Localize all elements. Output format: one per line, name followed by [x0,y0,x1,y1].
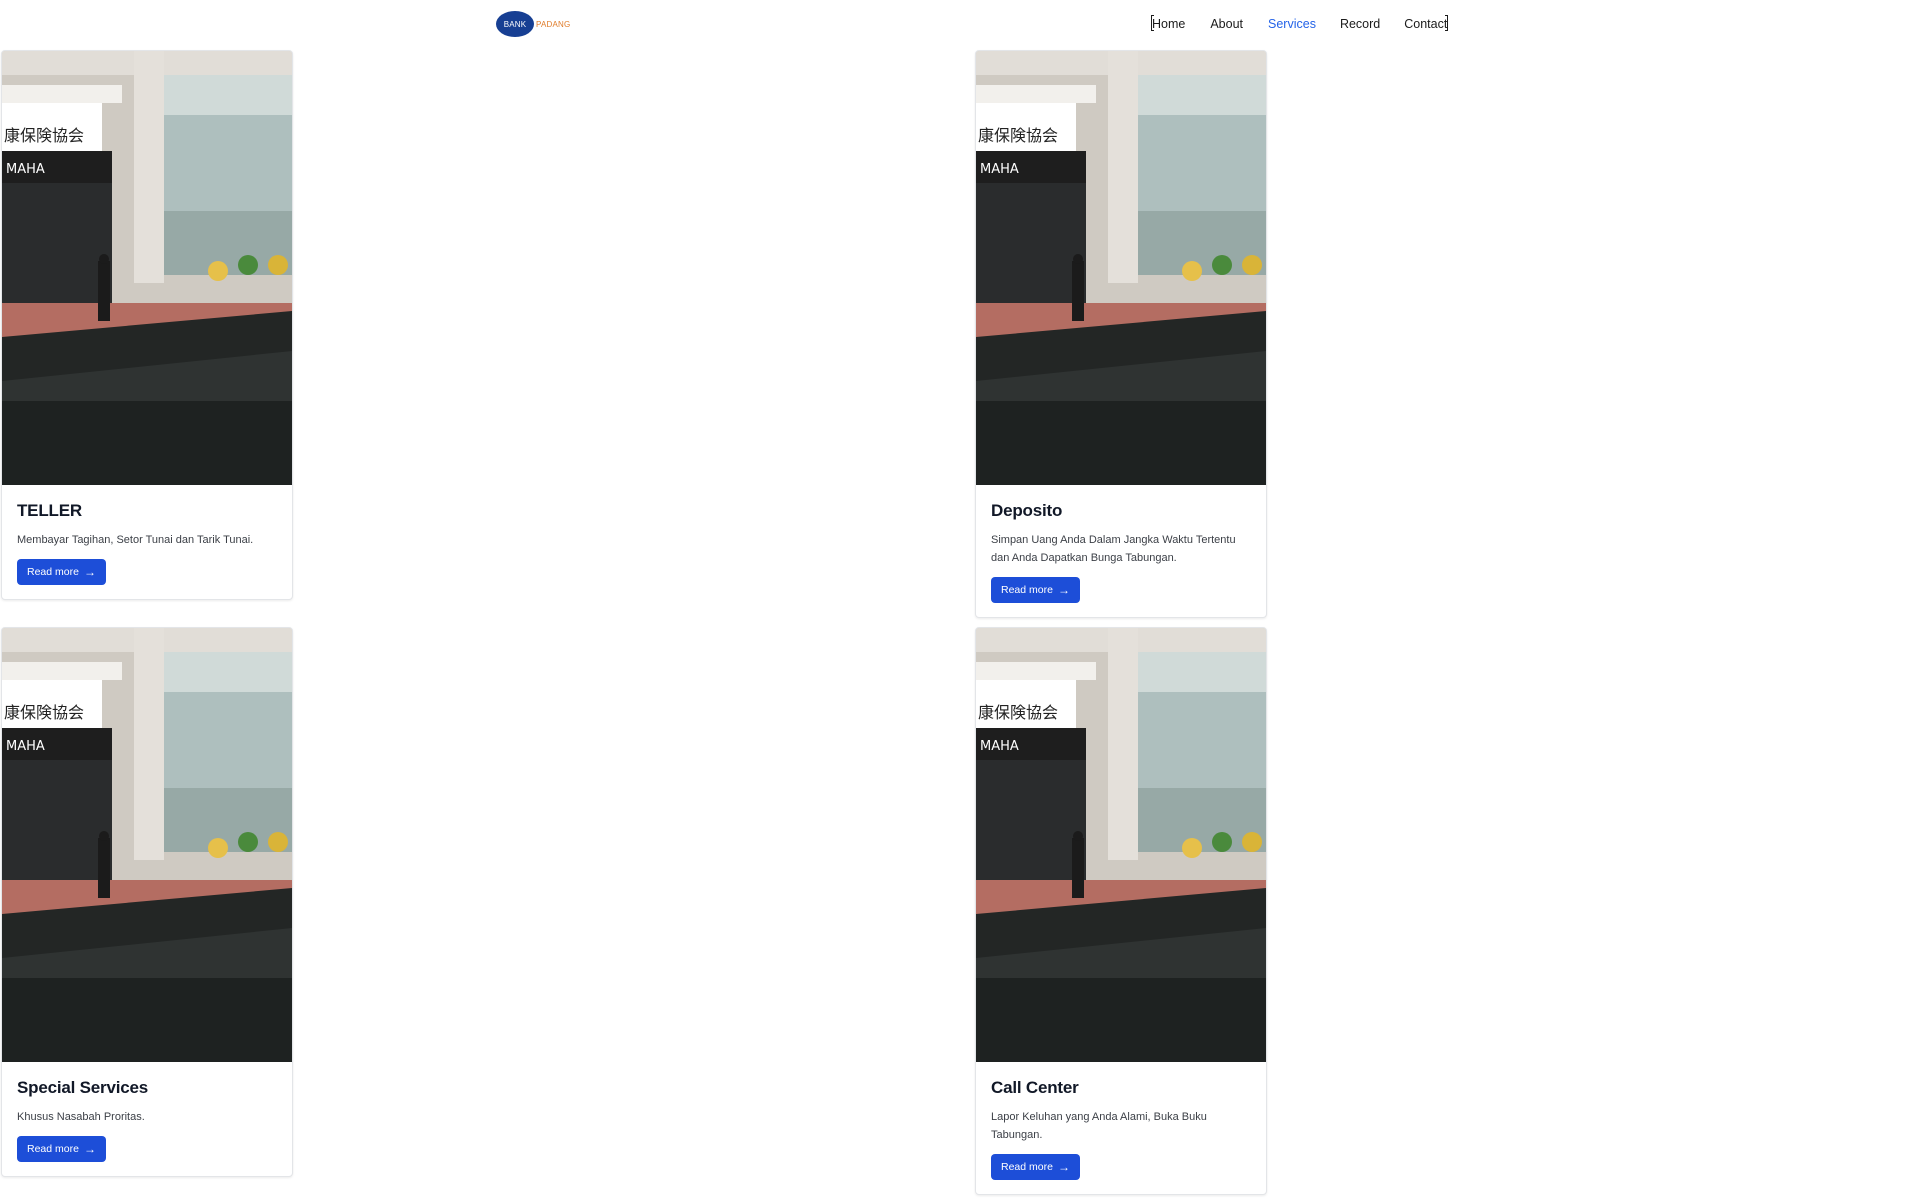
card-description: Khusus Nasabah Proritas. [17,1111,145,1123]
nav-about-link[interactable]: About [1210,17,1243,31]
logo-padang-text: PADANG [536,19,571,29]
nav-record-link[interactable]: Record [1340,17,1380,31]
arrow-right-icon: → [83,565,96,579]
nav-home-link[interactable]: Home [1152,17,1185,31]
nav-bracket-left [1151,15,1154,31]
svg-text:康保険協会: 康保険協会 [978,126,1058,145]
read-more-label: Read more [27,1143,79,1155]
svg-text:MAHA: MAHA [6,739,45,754]
svg-text:MAHA: MAHA [6,162,45,177]
nav-services-link[interactable]: Services [1268,17,1316,31]
svg-text:MAHA: MAHA [980,162,1019,177]
nav-contact-link[interactable]: Contact [1404,17,1447,31]
card-title: TELLER [17,501,82,520]
read-more-button[interactable]: Read more → [991,577,1080,603]
card-title: Call Center [991,1078,1079,1097]
read-more-label: Read more [1001,584,1053,596]
card-description: Simpan Uang Anda Dalam Jangka Waktu Tert… [991,534,1236,564]
card-body: TELLER Membayar Tagihan, Setor Tunai dan… [2,485,292,599]
card-description: Membayar Tagihan, Setor Tunai dan Tarik … [17,534,254,546]
read-more-button[interactable]: Read more → [17,1136,106,1162]
main-nav: Home About Services Record Contact [1151,15,1449,31]
service-card-special-services: 康保険協会 MAHA Special Services Khusus Nasab… [1,627,293,1177]
logo-bank-badge: BANK [496,11,534,37]
card-title: Special Services [17,1078,149,1097]
card-body: Call Center Lapor Keluhan yang Anda Alam… [976,1062,1266,1194]
arrow-right-icon: → [1057,1160,1070,1174]
svg-text:MAHA: MAHA [980,739,1019,754]
navbar: BANK PADANG Home About Services Record C… [0,0,1920,50]
svg-text:康保険協会: 康保険協会 [4,703,84,722]
bank-padang-logo[interactable]: BANK PADANG [496,11,572,37]
svg-text:康保険協会: 康保険協会 [4,126,84,145]
page: BANK PADANG Home About Services Record C… [0,0,1920,1200]
service-card-call-center: 康保険協会 MAHA Call Center Lapor Keluhan yan… [975,627,1267,1195]
card-body: Special Services Khusus Nasabah Proritas… [2,1062,292,1176]
svg-text:康保険協会: 康保険協会 [978,703,1058,722]
arrow-right-icon: → [1057,583,1070,597]
read-more-label: Read more [27,566,79,578]
card-description: Lapor Keluhan yang Anda Alami, Buka Buku… [991,1111,1207,1141]
card-photo: 康保険協会 MAHA [2,628,292,1062]
arrow-right-icon: → [83,1142,96,1156]
service-card-teller: 康保険協会 MAHA TELLER Membayar Tagihan, Seto… [1,50,293,600]
card-title: Deposito [991,501,1063,520]
read-more-label: Read more [1001,1161,1053,1173]
card-body: Deposito Simpan Uang Anda Dalam Jangka W… [976,485,1266,617]
card-photo: 康保険協会 MAHA [2,51,292,485]
card-photo: 康保険協会 MAHA [976,628,1266,1062]
nav-bracket-right [1445,15,1449,31]
card-photo: 康保険協会 MAHA [976,51,1266,485]
service-card-deposito: 康保険協会 MAHA Deposito Simpan Uang Anda Dal… [975,50,1267,618]
read-more-button[interactable]: Read more → [991,1154,1080,1180]
read-more-button[interactable]: Read more → [17,559,106,585]
